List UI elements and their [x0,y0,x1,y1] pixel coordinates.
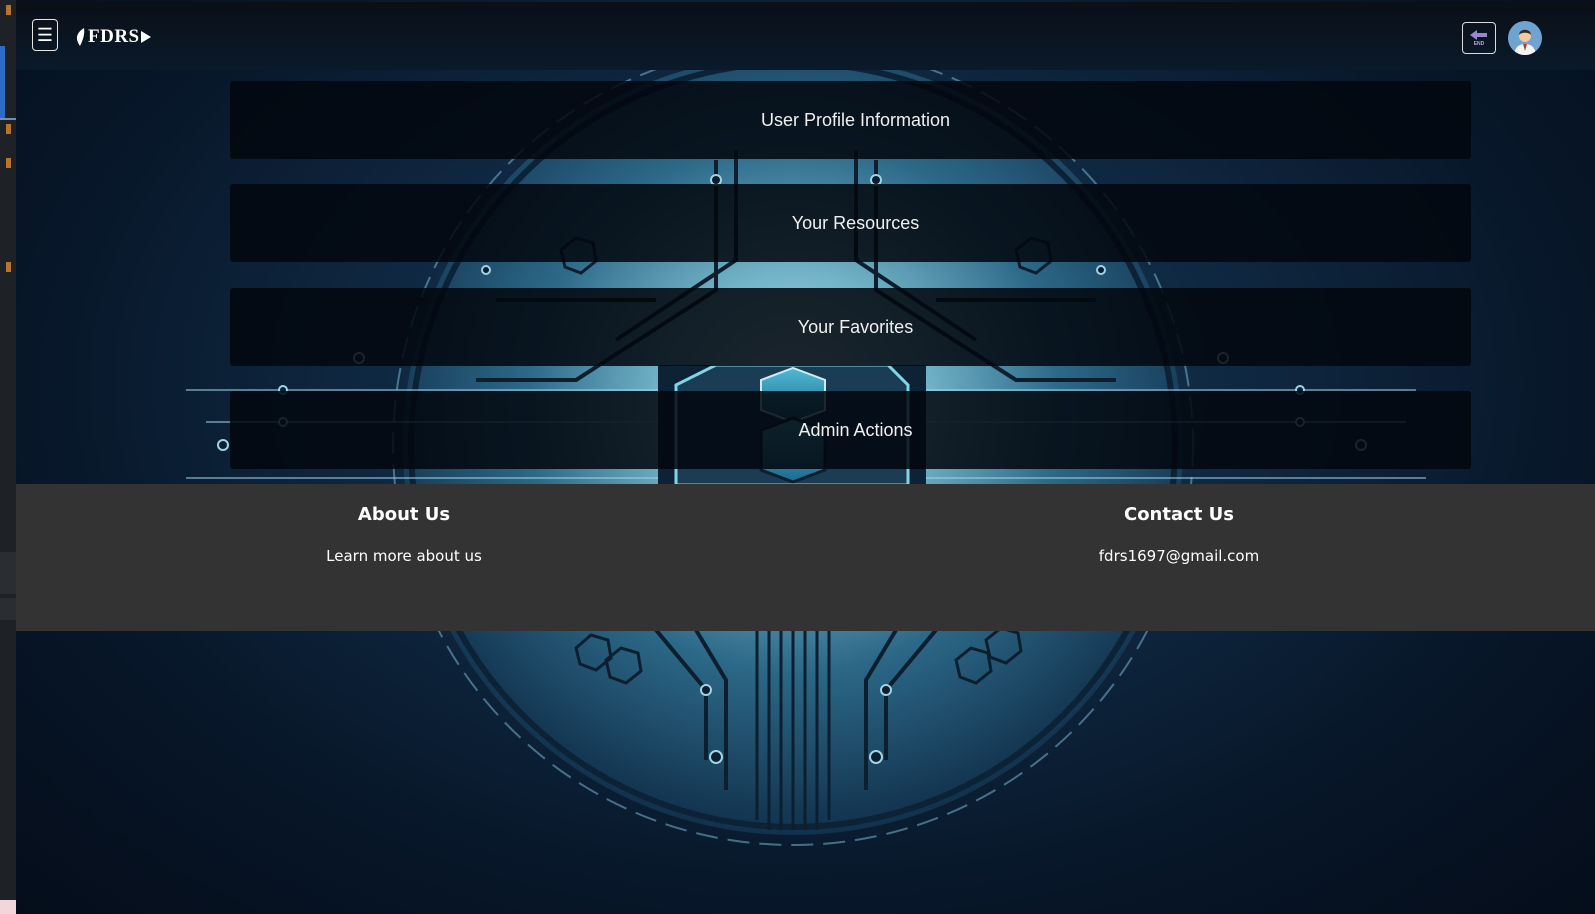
menu-card-favorites[interactable]: Your Favorites [230,288,1471,366]
strip-marker [6,5,11,15]
strip-band [0,598,16,620]
strip-marker [6,124,11,134]
hamburger-icon: ☰ [36,25,54,45]
leaf-icon [76,28,85,46]
footer: About Us Learn more about us Contact Us … [16,484,1595,631]
footer-about: About Us Learn more about us [204,504,604,565]
strip-tick [0,118,16,120]
strip-active-indicator [0,46,5,118]
menu-card-user-profile[interactable]: User Profile Information [230,81,1471,159]
menu-card-label: User Profile Information [760,109,951,130]
menu-card-label: Admin Actions [798,419,913,440]
footer-contact-title: Contact Us [1123,504,1234,525]
play-arrow-icon [140,31,151,43]
strip-marker [6,262,11,272]
menu-card-resources[interactable]: Your Resources [230,184,1471,262]
hamburger-menu-button[interactable]: ☰ [32,19,58,51]
about-link[interactable]: Learn more about us [326,547,482,565]
navbar: ☰ FDRS END [16,2,1595,70]
menu-card-admin-actions[interactable]: Admin Actions [230,391,1471,469]
end-session-button[interactable]: END [1462,22,1496,54]
footer-contact: Contact Us fdrs1697@gmail.com [979,504,1379,565]
strip-band [0,552,16,594]
contact-email-link[interactable]: fdrs1697@gmail.com [1099,547,1259,565]
menu-card-label: Your Resources [791,212,920,233]
user-avatar[interactable] [1508,21,1542,55]
strip-corner [0,900,16,914]
fdrs-logo[interactable]: FDRS [74,26,152,48]
footer-about-title: About Us [357,504,451,525]
page: ☰ FDRS END User Profile Information Your… [16,0,1595,914]
strip-marker [6,158,11,168]
left-window-strip [0,0,16,914]
menu-card-label: Your Favorites [797,316,914,337]
back-arrow-icon [1470,29,1487,40]
logo-text: FDRS [88,26,140,47]
user-avatar-icon [1508,21,1542,55]
end-label: END [1473,40,1485,47]
